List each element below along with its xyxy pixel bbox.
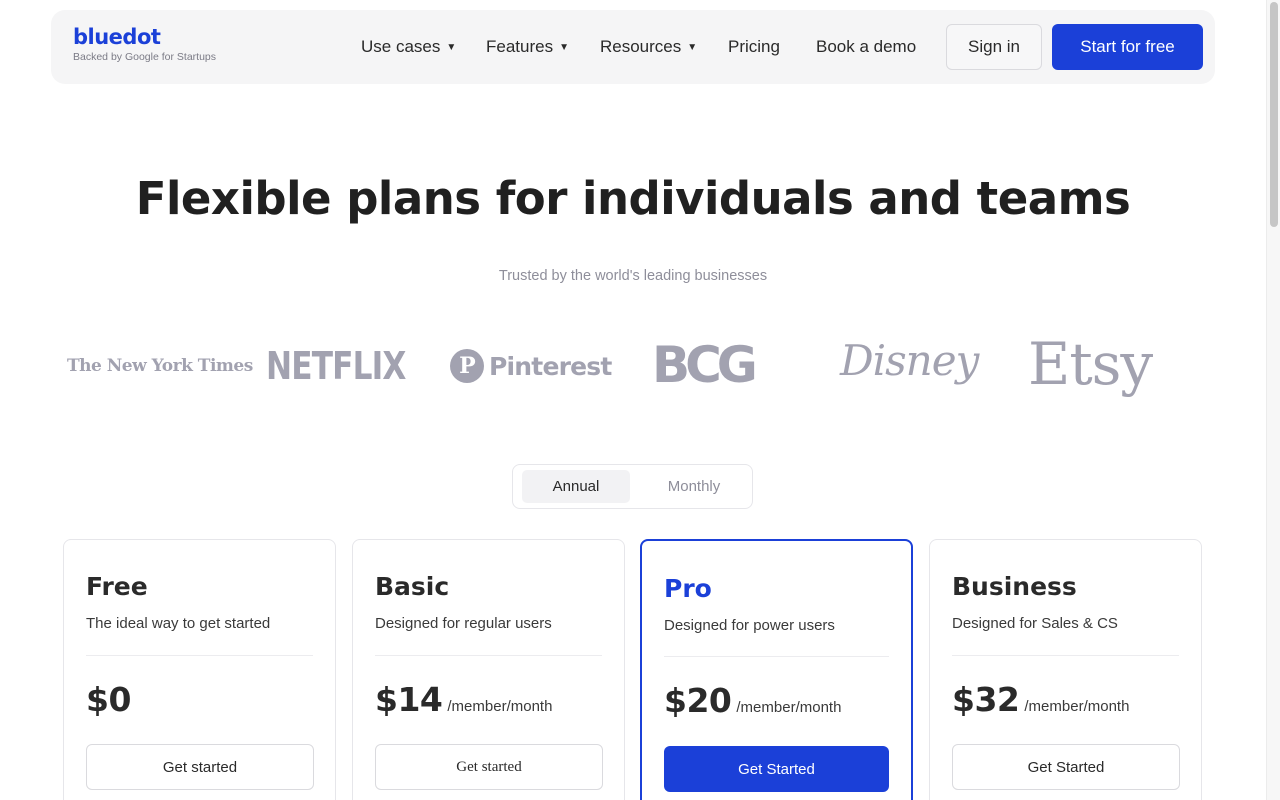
nav-resources[interactable]: Resources ▼ [600,10,697,84]
nav-pricing-label: Pricing [728,37,780,56]
plan-name: Free [86,572,148,601]
chevron-down-icon: ▼ [446,41,457,53]
etsy-logo: Etsy [1028,330,1153,398]
netflix-logo: NETFLIX [266,344,406,388]
plan-description: The ideal way to get started [86,615,271,632]
card-divider [664,656,889,657]
plan-name: Pro [664,574,712,603]
logo-tagline: Backed by Google for Startups [73,51,216,63]
price-period: /member/month [1024,698,1130,715]
price-period: /member/month [447,698,553,715]
scrollbar-thumb[interactable] [1270,2,1278,227]
pinterest-logo: P Pinterest [450,349,612,383]
get-started-free-button[interactable]: Get started [86,744,314,790]
plan-card-basic: Basic Designed for regular users $14 /me… [352,539,625,800]
get-started-pro-button[interactable]: Get Started [664,746,889,792]
get-started-basic-button[interactable]: Get started [375,744,603,790]
get-started-business-button[interactable]: Get Started [952,744,1180,790]
plan-card-free: Free The ideal way to get started $0 Get… [63,539,336,800]
nav-features[interactable]: Features ▼ [486,10,569,84]
price-amount: $32 [952,680,1020,719]
price-amount: $20 [664,681,732,720]
top-nav-bar: bluedot Backed by Google for Startups Us… [51,10,1215,84]
plan-name: Basic [375,572,450,601]
chevron-down-icon: ▼ [687,41,698,53]
price-amount: $14 [375,680,443,719]
price-period: /member/month [736,699,842,716]
bcg-logo: BCG [652,336,758,394]
chevron-down-icon: ▼ [559,41,569,53]
sign-in-button[interactable]: Sign in [946,24,1042,70]
bluedot-logo[interactable]: bluedot Backed by Google for Startups [73,26,216,63]
plan-description: Designed for Sales & CS [952,615,1118,632]
nav-book-demo[interactable]: Book a demo [816,10,916,84]
nav-use-cases[interactable]: Use cases ▼ [361,10,456,84]
logo-wordmark: bluedot [73,25,161,49]
nav-resources-label: Resources [600,37,682,56]
page-title: Flexible plans for individuals and teams [135,172,1131,225]
trusted-by-text: Trusted by the world's leading businesse… [498,268,768,284]
price-amount: $0 [86,680,131,719]
plan-name: Business [952,572,1077,601]
toggle-annual[interactable]: Annual [522,470,630,503]
nyt-logo: The New York Times [67,356,253,376]
card-divider [86,655,313,656]
billing-period-toggle: Annual Monthly [512,464,753,509]
card-divider [952,655,1179,656]
nav-pricing[interactable]: Pricing [728,10,780,84]
pinterest-wordmark: Pinterest [489,351,612,381]
plan-card-pro: Pro Designed for power users $20 /member… [640,539,913,800]
plan-description: Designed for regular users [375,615,552,632]
toggle-monthly[interactable]: Monthly [640,470,748,503]
page-scrollbar[interactable] [1266,0,1280,800]
nav-book-demo-label: Book a demo [816,37,917,56]
plan-price: $14 /member/month [375,680,552,719]
plan-price: $32 /member/month [952,680,1129,719]
plan-description: Designed for power users [664,617,835,634]
nav-features-label: Features [486,37,554,56]
plan-price: $20 /member/month [664,681,841,720]
card-divider [375,655,602,656]
plan-card-business: Business Designed for Sales & CS $32 /me… [929,539,1202,800]
start-for-free-button[interactable]: Start for free [1052,24,1203,70]
disney-logo: Disney [840,336,979,385]
plan-price: $0 [86,680,131,719]
nav-use-cases-label: Use cases [361,37,441,56]
pinterest-icon: P [450,349,484,383]
